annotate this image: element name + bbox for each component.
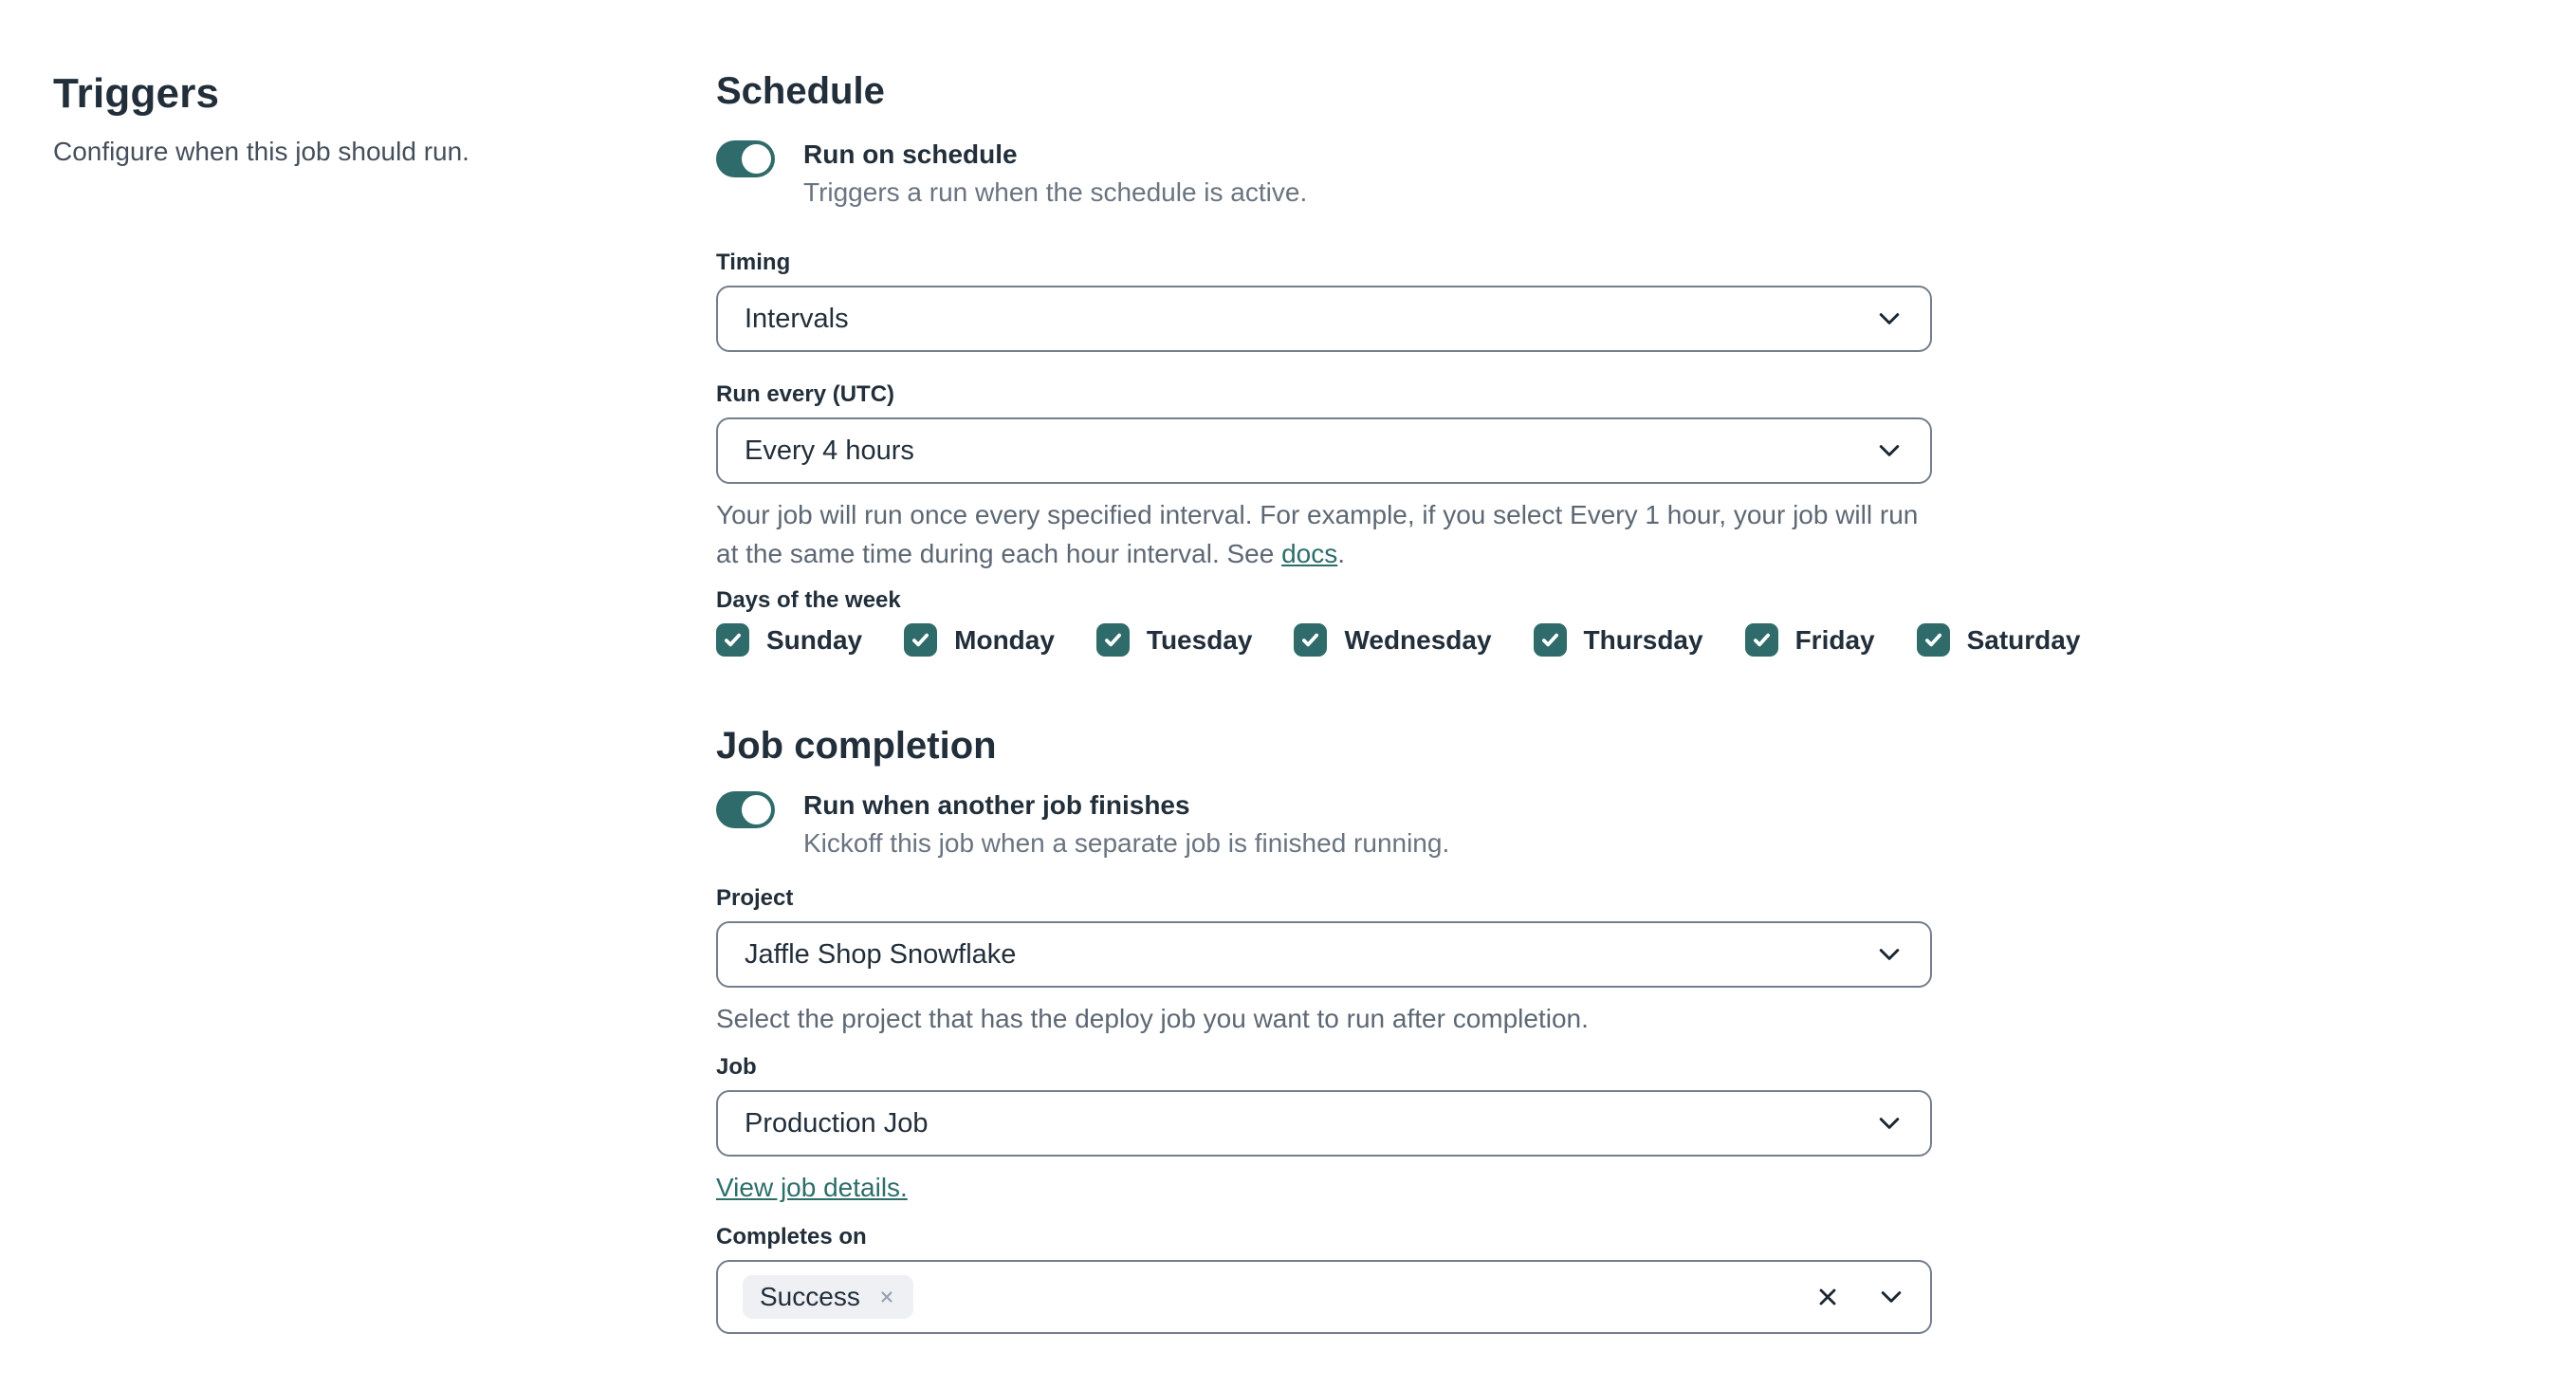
run-when-job-finishes-description: Kickoff this job when a separate job is … <box>803 828 1450 858</box>
checkbox-checked-icon <box>1916 623 1950 657</box>
page-subtitle: Configure when this job should run. <box>53 137 469 166</box>
page-title: Triggers <box>53 70 220 117</box>
day-label: Sunday <box>766 624 863 655</box>
project-select[interactable]: Jaffle Shop Snowflake <box>716 921 1932 988</box>
job-completion-heading: Job completion <box>716 725 997 767</box>
run-every-select[interactable]: Every 4 hours <box>716 417 1932 484</box>
clear-all-icon[interactable] <box>1814 1284 1841 1310</box>
completes-on-field: Completes on Success <box>716 1223 1932 1334</box>
checkbox-checked-icon <box>1533 623 1567 657</box>
day-checkbox-monday[interactable]: Monday <box>904 623 1055 657</box>
days-of-week-label: Days of the week <box>716 587 901 613</box>
timing-select-value: Intervals <box>745 303 849 334</box>
timing-label: Timing <box>716 250 791 275</box>
run-every-help: Your job will run once every specified i… <box>716 495 1932 573</box>
run-when-job-finishes-label: Run when another job finishes <box>803 790 1190 820</box>
completes-on-label: Completes on <box>716 1224 867 1250</box>
toggle-knob <box>742 795 771 824</box>
schedule-heading: Schedule <box>716 70 885 112</box>
day-label: Wednesday <box>1344 624 1492 655</box>
days-of-week-field: Days of the week Sunday Monday Tuesday W… <box>716 586 2080 657</box>
checkbox-checked-icon <box>716 623 749 657</box>
run-on-schedule-description: Triggers a run when the schedule is acti… <box>803 177 1308 207</box>
day-checkbox-sunday[interactable]: Sunday <box>716 623 862 657</box>
section-intro: Triggers Configure when this job should … <box>53 70 641 167</box>
project-help: Select the project that has the deploy j… <box>716 1004 1589 1033</box>
day-checkbox-saturday[interactable]: Saturday <box>1916 623 2081 657</box>
completes-on-multiselect[interactable]: Success <box>716 1260 1932 1334</box>
run-every-label: Run every (UTC) <box>716 381 895 407</box>
selected-values: Success <box>743 1275 913 1319</box>
project-label: Project <box>716 885 794 911</box>
run-every-select-value: Every 4 hours <box>745 435 914 466</box>
day-checkbox-friday[interactable]: Friday <box>1744 623 1875 657</box>
chevron-down-icon <box>1879 949 1900 960</box>
run-when-job-finishes-toggle[interactable] <box>716 791 775 828</box>
run-on-schedule-row: Run on schedule Triggers a run when the … <box>716 139 1932 209</box>
job-select-value: Production Job <box>745 1107 929 1139</box>
timing-select[interactable]: Intervals <box>716 286 1932 352</box>
day-checkbox-thursday[interactable]: Thursday <box>1533 623 1703 657</box>
day-label: Saturday <box>1966 624 2081 655</box>
day-label: Thursday <box>1583 624 1703 655</box>
triggers-settings-page: Triggers Configure when this job should … <box>0 0 2576 1389</box>
timing-field: Timing Intervals <box>716 249 1932 352</box>
toggle-text: Run on schedule Triggers a run when the … <box>803 139 1307 209</box>
success-chip-label: Success <box>760 1282 860 1311</box>
day-label: Friday <box>1794 624 1875 655</box>
run-when-job-finishes-row: Run when another job finishes Kickoff th… <box>716 789 1932 860</box>
project-select-value: Jaffle Shop Snowflake <box>745 938 1017 970</box>
chevron-down-icon <box>1879 1118 1900 1129</box>
run-every-field: Run every (UTC) Every 4 hours Your job w… <box>716 380 1932 573</box>
run-on-schedule-toggle[interactable] <box>716 140 775 177</box>
day-checkbox-tuesday[interactable]: Tuesday <box>1095 623 1253 657</box>
toggle-text: Run when another job finishes Kickoff th… <box>803 789 1449 860</box>
checkbox-checked-icon <box>1095 623 1130 657</box>
triggers-form: Schedule Run on schedule Triggers a run … <box>716 70 2080 1334</box>
remove-chip-icon[interactable] <box>877 1287 896 1306</box>
chevron-down-icon[interactable] <box>1877 1283 1905 1311</box>
docs-link[interactable]: docs <box>1281 539 1337 568</box>
help-suffix: . <box>1337 539 1346 568</box>
job-select[interactable]: Production Job <box>716 1090 1932 1157</box>
success-chip: Success <box>743 1275 913 1319</box>
run-on-schedule-label: Run on schedule <box>803 139 1018 169</box>
multiselect-actions <box>1814 1283 1905 1311</box>
checkbox-checked-icon <box>1294 623 1328 657</box>
checkbox-checked-icon <box>904 623 938 657</box>
day-label: Tuesday <box>1146 624 1253 655</box>
day-checkbox-wednesday[interactable]: Wednesday <box>1294 623 1492 657</box>
view-job-details-link[interactable]: View job details. <box>716 1172 908 1204</box>
checkbox-checked-icon <box>1744 623 1778 657</box>
days-of-week-row: Sunday Monday Tuesday Wednesday Thursday… <box>716 623 2080 657</box>
project-field: Project Jaffle Shop Snowflake Select the… <box>716 884 1932 1038</box>
job-field: Job Production Job View job details. <box>716 1053 1932 1204</box>
chevron-down-icon <box>1879 445 1900 456</box>
toggle-knob <box>742 144 771 174</box>
chevron-down-icon <box>1879 313 1900 324</box>
job-label: Job <box>716 1054 757 1080</box>
day-label: Monday <box>954 624 1055 655</box>
